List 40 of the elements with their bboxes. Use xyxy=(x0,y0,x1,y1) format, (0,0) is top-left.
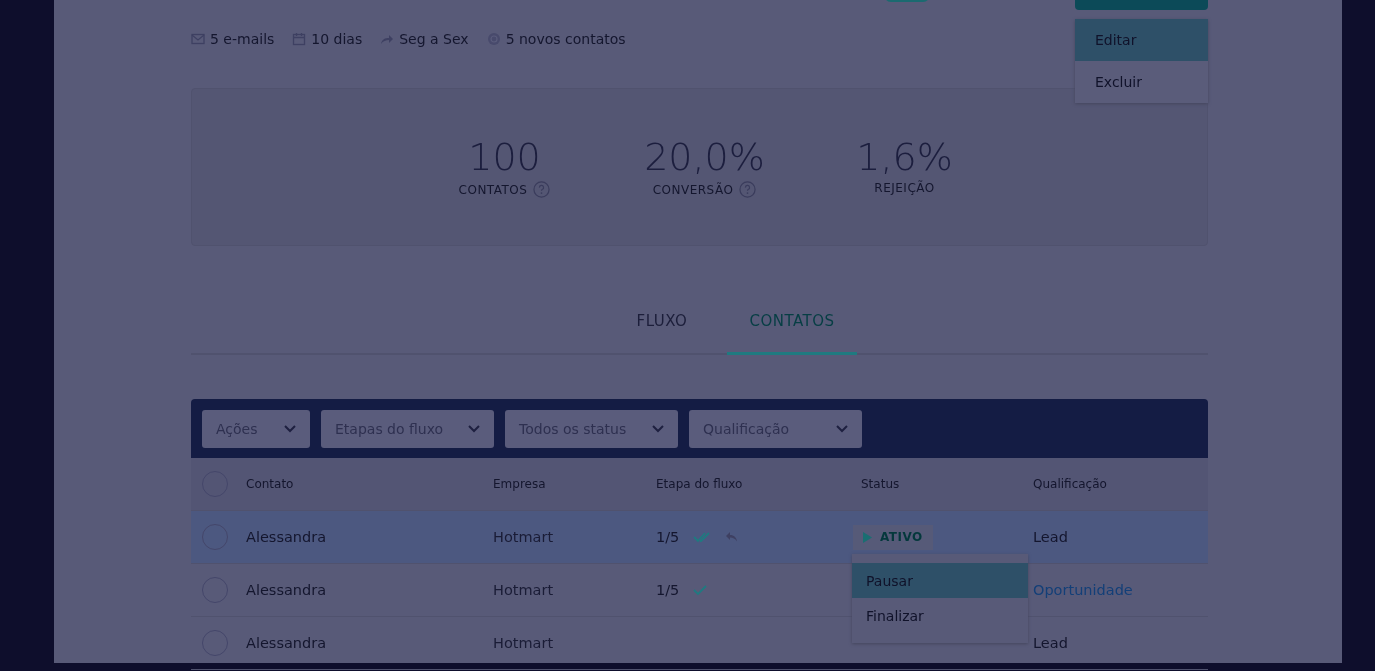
stat-value: 1,6% xyxy=(856,135,953,179)
menu-item[interactable]: Editar xyxy=(1075,19,1208,61)
menu-item[interactable]: Pausar xyxy=(852,563,1028,598)
stat-label: CONVERSÃO xyxy=(652,182,734,197)
help-icon[interactable] xyxy=(533,181,551,198)
action-button[interactable] xyxy=(1075,0,1208,10)
meta-text: Seg a Sex xyxy=(399,31,469,47)
status-badge[interactable]: ATIVO xyxy=(853,524,933,550)
contact-name: Alessandra xyxy=(246,529,328,545)
meta-text: 5 e-mails xyxy=(210,31,275,47)
column-header: Contato xyxy=(246,477,295,491)
column-header: Qualificação xyxy=(1033,477,1108,491)
chevron-down-icon xyxy=(468,424,480,433)
company-name: Hotmart xyxy=(493,529,555,545)
qualification: Oportunidade xyxy=(1033,582,1134,598)
qualification: Lead xyxy=(1033,529,1069,545)
play-icon xyxy=(863,531,872,543)
chevron-down-icon xyxy=(836,424,848,433)
calendar-icon xyxy=(292,32,307,46)
chevron-down-icon xyxy=(652,424,664,433)
company-name: Hotmart xyxy=(493,582,555,598)
meta-text: 10 dias xyxy=(311,31,363,47)
help-icon[interactable] xyxy=(739,181,757,198)
tab[interactable]: FLUXO xyxy=(597,290,727,355)
stat-value: 20,0% xyxy=(644,135,765,179)
column-header: Etapa do fluxo xyxy=(656,477,744,491)
tab[interactable]: CONTATOS xyxy=(727,290,857,355)
share-arrow-icon xyxy=(380,32,395,46)
chevron-down-icon xyxy=(284,424,296,433)
stat-label: REJEIÇÃO xyxy=(874,181,935,195)
contact-name: Alessandra xyxy=(246,582,328,598)
stat-label: CONTATOS xyxy=(458,182,528,197)
menu-item[interactable]: Excluir xyxy=(1075,61,1208,103)
column-header: Status xyxy=(861,477,901,491)
column-header: Empresa xyxy=(493,477,547,491)
stat-value: 100 xyxy=(468,135,541,179)
flow-stage: 1/5 xyxy=(656,529,680,545)
mail-icon xyxy=(191,32,205,46)
flow-stage: 1/5 xyxy=(656,582,680,598)
meta-text: 5 novos contatos xyxy=(505,31,626,47)
